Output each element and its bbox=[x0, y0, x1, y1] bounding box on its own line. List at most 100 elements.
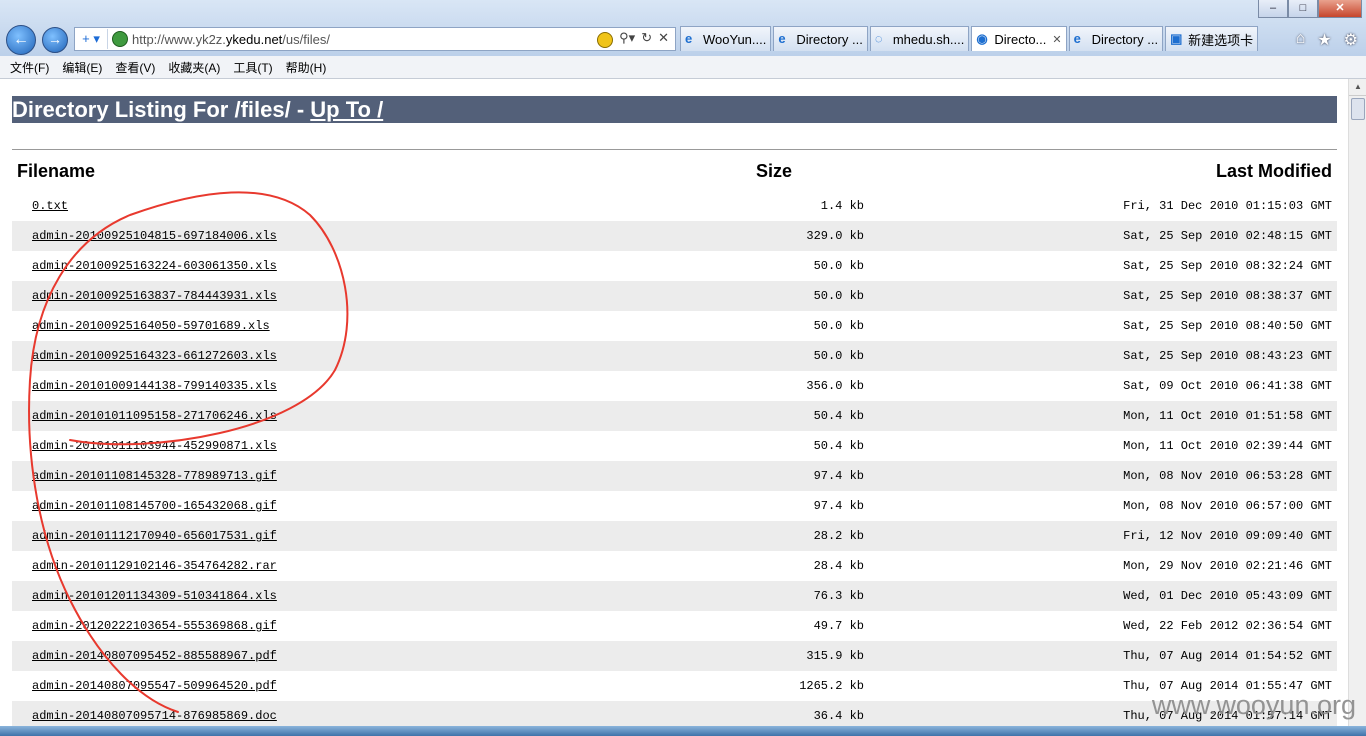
heading-text: Directory Listing For /files/ - bbox=[12, 97, 311, 122]
compat-dropdown-icon[interactable]: + ▾ bbox=[75, 29, 108, 49]
file-link[interactable]: admin-20140807095547-509964520.pdf bbox=[32, 671, 277, 701]
watermark: www.wooyun.org bbox=[1151, 690, 1356, 720]
file-modified: Mon, 08 Nov 2010 06:57:00 GMT bbox=[1123, 499, 1332, 513]
file-modified: Mon, 11 Oct 2010 01:51:58 GMT bbox=[1123, 409, 1332, 423]
menu-item[interactable]: 工具(T) bbox=[233, 59, 272, 76]
file-size: 76.3 kb bbox=[813, 589, 864, 603]
tab-strip: e WooYun.... e Directory ... ◌ mhedu.sh.... ◉ D… bbox=[680, 26, 1260, 52]
menu-bar: 文件(F) 编辑(E) 查看(V) 收藏夹(A) 工具(T) 帮助(H) bbox=[0, 56, 1366, 79]
file-size: 50.0 kb bbox=[813, 349, 864, 363]
file-modified: Thu, 07 Aug 2014 01:54:52 GMT bbox=[1123, 649, 1332, 663]
file-row: admin-20140807095714-876985869.doc 36.4 k… bbox=[12, 701, 1337, 726]
close-window-icon[interactable]: ✕ bbox=[1318, 0, 1362, 18]
file-size: 97.4 kb bbox=[813, 469, 864, 483]
file-row: admin-20100925164323-661272603.xls 50.0 k… bbox=[12, 341, 1337, 371]
file-row: admin-20101112170940-656017531.gif 28.2 k… bbox=[12, 521, 1337, 551]
file-modified: Sat, 09 Oct 2010 06:41:38 GMT bbox=[1123, 379, 1332, 393]
back-button[interactable]: ← bbox=[6, 25, 36, 55]
file-link[interactable]: admin-20100925164050-59701689.xls bbox=[32, 311, 270, 341]
menu-item[interactable]: 收藏夹(A) bbox=[168, 59, 220, 76]
file-link[interactable]: admin-20101108145700-165432068.gif bbox=[32, 491, 277, 521]
file-modified: Sat, 25 Sep 2010 02:48:15 GMT bbox=[1123, 229, 1332, 243]
file-modified: Sat, 25 Sep 2010 08:43:23 GMT bbox=[1123, 349, 1332, 363]
up-to-root-link[interactable]: Up To / bbox=[310, 97, 383, 122]
home-icon[interactable]: ⌂ bbox=[1296, 30, 1306, 50]
menu-item[interactable]: 编辑(E) bbox=[62, 59, 102, 76]
file-link[interactable]: admin-20100925164323-661272603.xls bbox=[32, 341, 277, 371]
file-link[interactable]: admin-20101009144138-799140335.xls bbox=[32, 371, 277, 401]
file-modified: Sat, 25 Sep 2010 08:40:50 GMT bbox=[1123, 319, 1332, 333]
file-row: admin-20101108145328-778989713.gif 97.4 k… bbox=[12, 461, 1337, 491]
compatibility-icon[interactable] bbox=[597, 32, 614, 48]
tab-label: Directo... bbox=[994, 31, 1047, 47]
file-link[interactable]: admin-20140807095452-885588967.pdf bbox=[32, 641, 277, 671]
file-modified: Fri, 12 Nov 2010 09:09:40 GMT bbox=[1123, 529, 1332, 543]
file-size: 1.4 kb bbox=[820, 199, 864, 213]
file-modified: Wed, 22 Feb 2012 02:36:54 GMT bbox=[1123, 619, 1332, 633]
file-size: 50.0 kb bbox=[813, 259, 864, 273]
stop-icon[interactable]: ✕ bbox=[658, 30, 669, 48]
tab-label: Directory ... bbox=[1091, 31, 1159, 47]
file-size: 50.4 kb bbox=[813, 439, 864, 453]
menu-item[interactable]: 帮助(H) bbox=[286, 59, 327, 76]
file-link[interactable]: admin-20101112170940-656017531.gif bbox=[32, 521, 277, 551]
scroll-thumb[interactable] bbox=[1351, 98, 1365, 120]
address-url[interactable]: http://www.yk2z.ykedu.net/us/files/ bbox=[132, 32, 597, 47]
file-link[interactable]: 0.txt bbox=[32, 191, 68, 221]
browser-tab[interactable]: ▣ 新建选项卡 bbox=[1165, 26, 1259, 51]
settings-gear-icon[interactable]: ⚙ bbox=[1344, 30, 1358, 50]
file-row: admin-20140807095452-885588967.pdf 315.9 … bbox=[12, 641, 1337, 671]
vertical-scrollbar[interactable]: ▲ bbox=[1348, 79, 1366, 726]
search-icon[interactable]: ⚲▾ bbox=[619, 30, 635, 48]
menu-item[interactable]: 查看(V) bbox=[115, 59, 155, 76]
file-row: admin-20101009144138-799140335.xls 356.0 … bbox=[12, 371, 1337, 401]
file-size: 36.4 kb bbox=[813, 709, 864, 723]
modified-header: Last Modified bbox=[1216, 161, 1332, 181]
menu-item[interactable]: 文件(F) bbox=[10, 59, 49, 76]
file-link[interactable]: admin-20101108145328-778989713.gif bbox=[32, 461, 277, 491]
file-modified: Sat, 25 Sep 2010 08:38:37 GMT bbox=[1123, 289, 1332, 303]
close-tab-icon[interactable]: ✕ bbox=[1052, 33, 1061, 46]
file-link[interactable]: admin-20101011103944-452990871.xls bbox=[32, 431, 277, 461]
browser-tab[interactable]: ◉ Directo... ✕ bbox=[971, 26, 1067, 51]
file-modified: Mon, 29 Nov 2010 02:21:46 GMT bbox=[1123, 559, 1332, 573]
browser-tab[interactable]: ◌ mhedu.sh.... bbox=[869, 26, 970, 51]
file-link[interactable]: admin-20101011095158-271706246.xls bbox=[32, 401, 277, 431]
file-row: admin-20120222103654-555369868.gif 49.7 k… bbox=[12, 611, 1337, 641]
browser-tab[interactable]: e WooYun.... bbox=[680, 26, 772, 51]
browser-tab[interactable]: e Directory ... bbox=[773, 26, 868, 51]
browser-toolbar: – □ ✕ ← → + ▾ http://www.yk2z.ykedu.net/… bbox=[0, 0, 1366, 56]
file-link[interactable]: admin-20120222103654-555369868.gif bbox=[32, 611, 277, 641]
file-size: 28.2 kb bbox=[813, 529, 864, 543]
file-size: 28.4 kb bbox=[813, 559, 864, 573]
filename-header: Filename bbox=[17, 161, 96, 181]
file-row: admin-20100925164050-59701689.xls 50.0 kb… bbox=[12, 311, 1337, 341]
file-link[interactable]: admin-20100925104815-697184006.xls bbox=[32, 221, 277, 251]
page-heading: Directory Listing For /files/ - Up To / bbox=[12, 96, 1337, 123]
file-link[interactable]: admin-20100925163837-784443931.xls bbox=[32, 281, 277, 311]
ie-icon: e bbox=[778, 31, 786, 46]
file-link[interactable]: admin-20140807095714-876985869.doc bbox=[32, 701, 277, 726]
refresh-icon[interactable]: ↻ bbox=[641, 30, 652, 48]
file-link[interactable]: admin-20100925163224-603061350.xls bbox=[32, 251, 277, 281]
browser-tab[interactable]: e Directory ... bbox=[1068, 26, 1164, 51]
tab-label: mhedu.sh.... bbox=[892, 31, 965, 47]
file-row: admin-20100925163224-603061350.xls 50.0 k… bbox=[12, 251, 1337, 281]
file-link[interactable]: admin-20101129102146-354764282.rar bbox=[32, 551, 277, 581]
maximize-icon[interactable]: □ bbox=[1288, 0, 1318, 18]
new-tab-icon: ▣ bbox=[1170, 31, 1183, 46]
forward-button[interactable]: → bbox=[42, 27, 68, 53]
page-content: Directory Listing For /files/ - Up To / … bbox=[0, 79, 1348, 726]
address-bar[interactable]: + ▾ http://www.yk2z.ykedu.net/us/files/ … bbox=[74, 27, 676, 51]
file-link[interactable]: admin-20101201134309-510341864.xls bbox=[32, 581, 277, 611]
loading-icon: ◌ bbox=[874, 31, 883, 46]
favorites-star-icon[interactable]: ★ bbox=[1317, 30, 1331, 50]
site-icon: ◉ bbox=[976, 31, 988, 46]
file-modified: Wed, 01 Dec 2010 05:43:09 GMT bbox=[1123, 589, 1332, 603]
minimize-icon[interactable]: – bbox=[1258, 0, 1288, 18]
scroll-up-icon[interactable]: ▲ bbox=[1349, 79, 1366, 96]
file-row: admin-20101129102146-354764282.rar 28.4 k… bbox=[12, 551, 1337, 581]
file-row: admin-20101108145700-165432068.gif 97.4 k… bbox=[12, 491, 1337, 521]
file-row: 0.txt 1.4 kb Fri, 31 Dec 2010 01:15:03 GMT bbox=[12, 191, 1337, 221]
file-size: 356.0 kb bbox=[806, 379, 864, 393]
